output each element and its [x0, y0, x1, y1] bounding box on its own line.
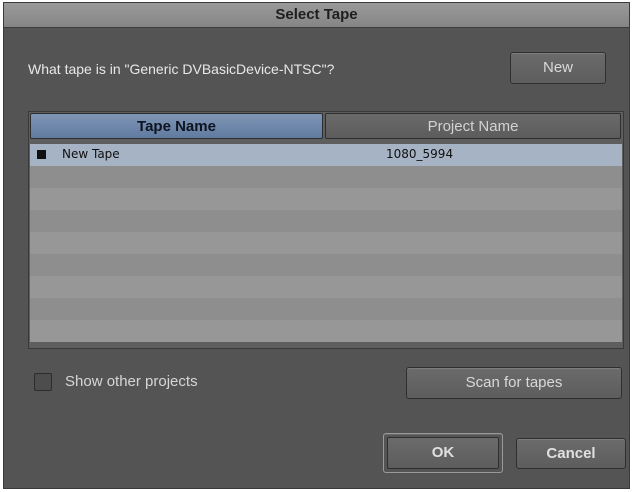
column-header-project-name[interactable]: Project Name [325, 113, 621, 139]
tape-status-icon [37, 150, 46, 159]
table-row[interactable]: New Tape 1080_5994 [30, 144, 622, 166]
select-tape-dialog: Select Tape What tape is in "Generic DVB… [3, 2, 630, 489]
cancel-button[interactable]: Cancel [516, 438, 626, 469]
tape-name-cell: New Tape [62, 147, 120, 161]
empty-table-row [30, 276, 622, 298]
show-other-projects-checkbox[interactable] [34, 373, 52, 391]
tape-question-text: What tape is in "Generic DVBasicDevice-N… [28, 61, 335, 77]
tape-table: Tape Name Project Name New Tape 1080_599… [28, 111, 624, 349]
empty-table-row [30, 188, 622, 210]
column-header-tape-name[interactable]: Tape Name [30, 113, 323, 139]
empty-table-row [30, 166, 622, 188]
empty-table-row [30, 298, 622, 320]
new-tape-button[interactable]: New [510, 52, 606, 84]
ok-button-label: OK [387, 437, 499, 469]
project-name-cell: 1080_5994 [386, 147, 454, 161]
dialog-title: Select Tape [4, 3, 629, 28]
empty-table-row [30, 232, 622, 254]
empty-table-row [30, 320, 622, 342]
empty-table-row [30, 210, 622, 232]
empty-table-row [30, 254, 622, 276]
table-body: New Tape 1080_5994 [30, 144, 622, 342]
scan-for-tapes-button[interactable]: Scan for tapes [406, 367, 622, 399]
ok-button[interactable]: OK [383, 433, 503, 473]
show-other-projects-label: Show other projects [65, 373, 198, 390]
table-header: Tape Name Project Name [29, 112, 623, 142]
